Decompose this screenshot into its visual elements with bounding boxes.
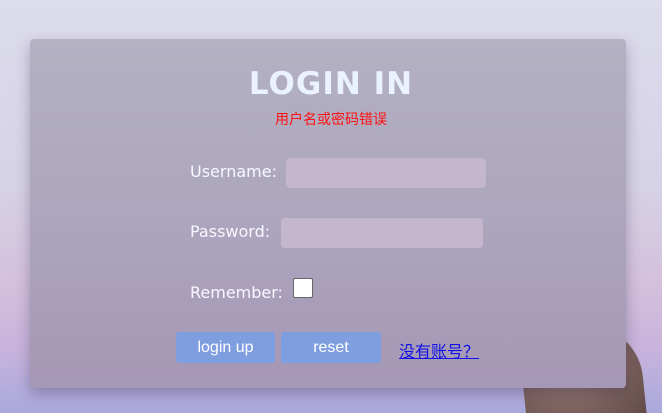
page-title: LOGIN IN	[248, 66, 414, 102]
register-link[interactable]: 没有账号？	[399, 338, 479, 362]
login-button[interactable]: login up	[176, 332, 275, 363]
password-input[interactable]	[281, 218, 483, 248]
remember-checkbox[interactable]	[293, 278, 313, 298]
remember-label: Remember:	[190, 283, 283, 302]
reset-button[interactable]: reset	[281, 332, 381, 363]
username-input[interactable]	[286, 158, 486, 188]
username-label: Username:	[190, 162, 277, 181]
password-label: Password:	[190, 222, 271, 241]
error-message: 用户名或密码错误	[275, 112, 387, 128]
